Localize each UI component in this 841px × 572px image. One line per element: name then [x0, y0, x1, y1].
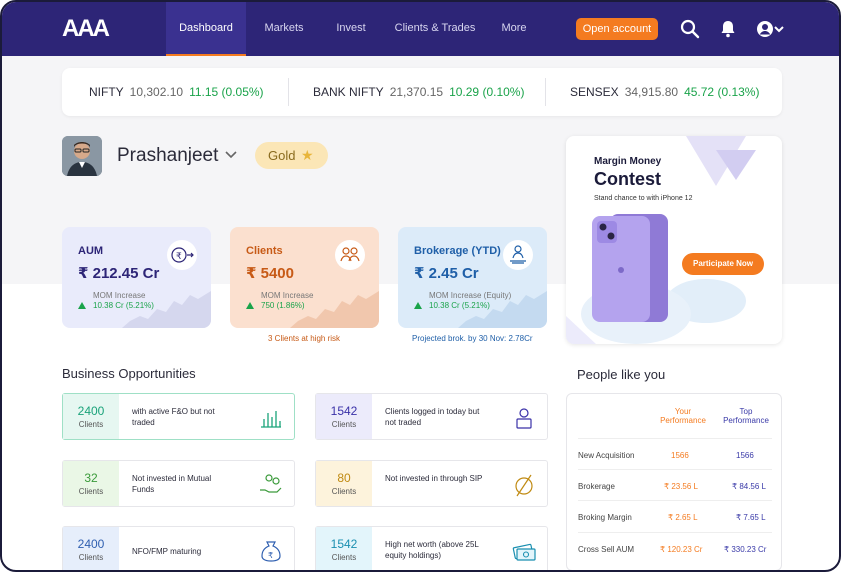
- promo-title-line2: Contest: [594, 169, 661, 189]
- market-ticker: NIFTY 10,302.10 11.15 (0.05%) BANK NIFTY 21…: [62, 68, 782, 116]
- opportunity-description: Not invested in through SIP: [385, 474, 483, 483]
- your-performance-header: Your Performance: [660, 407, 706, 425]
- business-opportunities-title: Business Opportunities: [62, 366, 196, 381]
- contest-banner[interactable]: Margin Money Contest Stand chance to wit…: [566, 136, 782, 344]
- ticker-divider: [288, 78, 289, 106]
- up-arrow-icon: [78, 302, 86, 309]
- table-row: Cross Sell AUM ₹ 120.23 Cr ₹ 330.23 Cr: [578, 532, 772, 563]
- promo-title-line1: Margin Money: [594, 156, 662, 167]
- search-icon[interactable]: [679, 18, 701, 40]
- people-like-you-title: People like you: [577, 367, 666, 382]
- opportunity-count: 32 Clients: [63, 461, 119, 506]
- top-navbar: AAA Dashboard Markets Invest Clients & T…: [2, 2, 839, 56]
- people-like-you-table: Your Performance Top Performance New Acq…: [566, 393, 782, 570]
- up-arrow-icon: [414, 302, 422, 309]
- participate-now-button[interactable]: Participate Now: [682, 253, 764, 275]
- opportunity-description: Not invested in Mutual Funds: [132, 474, 212, 494]
- coins-hand-icon: [260, 474, 282, 493]
- brand-logo[interactable]: AAA: [62, 15, 110, 43]
- aum-card[interactable]: AUM ₹ 212.45 Cr ₹ MOM Increase 10.38 Cr …: [62, 227, 211, 328]
- opportunity-count: 1542 Clients: [316, 394, 372, 439]
- money-bag-icon: ₹: [261, 541, 281, 562]
- avatar[interactable]: [62, 136, 102, 176]
- laptop-user-icon: [516, 408, 532, 429]
- opportunity-count: 2400 Clients: [63, 527, 119, 570]
- chevron-down-icon[interactable]: [773, 18, 785, 40]
- card-value: ₹ 2.45 Cr: [414, 265, 479, 282]
- opportunity-nfo-fmp[interactable]: 2400 Clients NFO/FMP maturing ₹: [62, 526, 295, 570]
- chart-icon: [261, 411, 281, 428]
- mom-label: MOM Increase (Equity): [429, 291, 512, 300]
- card-value: ₹ 5400: [246, 265, 294, 282]
- phone-image: [592, 214, 668, 322]
- user-name: Prashanjeet: [117, 145, 219, 166]
- svg-text:₹: ₹: [176, 252, 182, 262]
- cash-icon: [512, 543, 536, 561]
- nav-markets[interactable]: Markets: [257, 2, 311, 56]
- opportunity-fno-not-traded[interactable]: 2400 Clients with active F&O but not trad…: [62, 393, 295, 440]
- app-frame: AAA Dashboard Markets Invest Clients & T…: [0, 0, 841, 572]
- opportunity-description: High net worth (above 25L equity holding…: [385, 540, 479, 560]
- svg-text:₹: ₹: [268, 551, 273, 560]
- ticker-sensex[interactable]: SENSEX 34,915.80 45.72 (0.13%): [570, 85, 759, 99]
- opportunity-count: 80 Clients: [316, 461, 372, 506]
- mom-value: 10.38 Cr (5.21%): [93, 301, 154, 310]
- table-row: New Acquisition 1566 1566: [578, 438, 772, 469]
- table-row: Brokerage ₹ 23.56 L ₹ 84.56 L: [578, 469, 772, 500]
- opportunity-logged-not-traded[interactable]: 1542 Clients Clients logged in today but …: [315, 393, 548, 440]
- tier-badge: Gold ★: [255, 142, 328, 169]
- ticker-nifty[interactable]: NIFTY 10,302.10 11.15 (0.05%): [89, 85, 264, 99]
- card-title: Brokerage (YTD): [414, 245, 501, 257]
- chevron-down-icon[interactable]: [224, 150, 238, 160]
- open-account-button[interactable]: Open account: [576, 18, 658, 40]
- nav-dashboard[interactable]: Dashboard: [166, 2, 246, 56]
- opportunity-count: 2400 Clients: [63, 394, 119, 439]
- opportunity-count: 1542 Clients: [316, 527, 372, 570]
- brokerage-card[interactable]: Brokerage (YTD) ₹ 2.45 Cr MOM Increase (…: [398, 227, 547, 328]
- mom-label: MOM Increase: [93, 291, 146, 300]
- nav-invest[interactable]: Invest: [327, 2, 375, 56]
- nav-more[interactable]: More: [496, 2, 532, 56]
- nav-clients-trades[interactable]: Clients & Trades: [392, 2, 478, 56]
- promo-subtitle: Stand chance to with iPhone 12: [594, 195, 693, 202]
- mom-value: 750 (1.86%): [261, 301, 305, 310]
- rupee-transfer-icon: ₹: [167, 240, 197, 270]
- ticker-divider: [545, 78, 546, 106]
- up-arrow-icon: [246, 302, 254, 309]
- bell-icon[interactable]: [717, 18, 739, 40]
- projected-brokerage-note: Projected brok. by 30 Nov: 2.78Cr: [412, 334, 533, 343]
- clients-card[interactable]: Clients ₹ 5400 MOM Increase 750 (1.86%): [230, 227, 379, 328]
- card-title: AUM: [78, 245, 104, 257]
- opportunity-high-net-worth[interactable]: 1542 Clients High net worth (above 25L eq…: [315, 526, 548, 570]
- opportunity-description: Clients logged in today but not traded: [385, 407, 480, 427]
- top-performance-header: Top Performance: [723, 407, 769, 425]
- investor-icon: [503, 240, 533, 270]
- star-icon: ★: [301, 147, 314, 163]
- mom-value: 10.38 Cr (5.21%): [429, 301, 490, 310]
- people-group-icon: [335, 240, 365, 270]
- table-row: Broking Margin ₹ 2.65 L ₹ 7.65 L: [578, 500, 772, 531]
- opportunity-description: with active F&O but not traded: [132, 407, 215, 427]
- opportunity-no-mutual-funds[interactable]: 32 Clients Not invested in Mutual Funds: [62, 460, 295, 507]
- high-risk-link[interactable]: 3 Clients at high risk: [268, 334, 340, 343]
- card-title: Clients: [246, 245, 283, 257]
- opportunity-description: NFO/FMP maturing: [132, 547, 202, 556]
- ticker-bank-nifty[interactable]: BANK NIFTY 21,370.15 10.29 (0.10%): [313, 85, 524, 99]
- opportunity-no-sip[interactable]: 80 Clients Not invested in through SIP: [315, 460, 548, 507]
- no-sip-icon: [515, 474, 533, 497]
- card-value: ₹ 212.45 Cr: [78, 265, 160, 282]
- mom-label: MOM Increase: [261, 291, 314, 300]
